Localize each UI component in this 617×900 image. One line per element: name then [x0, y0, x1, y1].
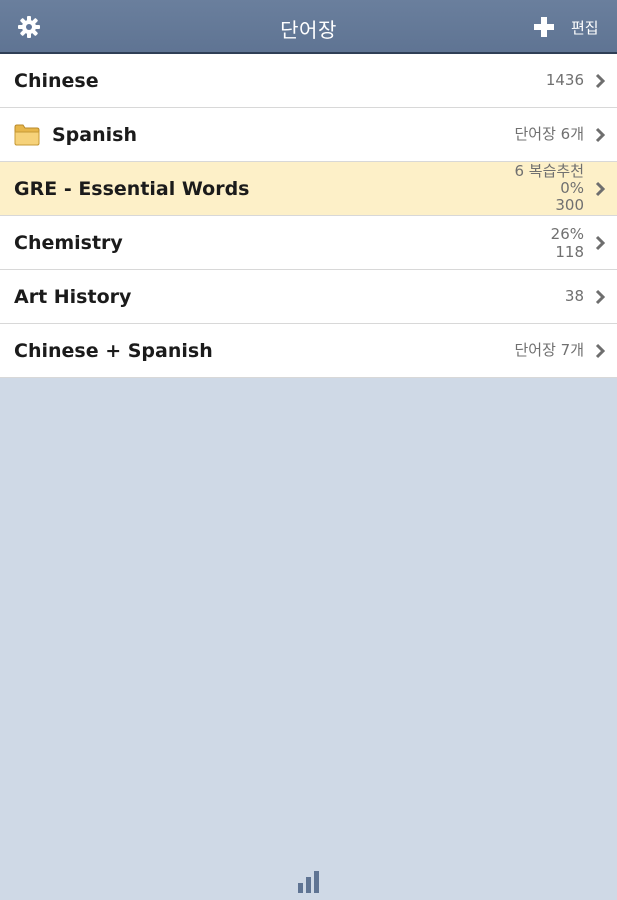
plus-icon[interactable] [533, 16, 555, 38]
review-recommend: 6 복습추천 [514, 162, 584, 180]
edit-button[interactable]: 편집 [571, 17, 599, 38]
word-count: 1436 [545, 71, 584, 89]
list-item-title: Chinese [14, 70, 99, 92]
list-item-gre[interactable]: GRE - Essential Words 6 복습추천 0% 300 [0, 162, 617, 216]
list-item-title: Spanish [52, 124, 137, 146]
progress-percent: 26% [550, 225, 584, 243]
list-item-title: GRE - Essential Words [14, 178, 250, 200]
wordbook-count: 단어장 7개 [514, 341, 584, 359]
app-root: 단어장 편집 Chinese 1436 Spanish 단어장 6개 GRE -… [0, 0, 617, 900]
folder-icon [14, 124, 40, 146]
chevron-right-icon [595, 181, 606, 197]
chevron-right-icon [595, 127, 606, 143]
word-count: 38 [564, 287, 584, 305]
list-item-spanish[interactable]: Spanish 단어장 6개 [0, 108, 617, 162]
list-item-title: Chemistry [14, 232, 123, 254]
list-item-count: 단어장 6개 [514, 125, 584, 143]
word-count: 118 [555, 243, 584, 261]
list-item-title: Art History [14, 286, 132, 308]
list-item-count: 1436 [546, 71, 584, 89]
header-bar: 단어장 편집 [0, 0, 617, 54]
list-item-count: 38 [565, 287, 584, 305]
list-item-title: Chinese + Spanish [14, 340, 213, 362]
chevron-right-icon [595, 235, 606, 251]
list-item-chinese-spanish[interactable]: Chinese + Spanish 단어장 7개 [0, 324, 617, 378]
list-item-stats: 26% 118 [551, 225, 584, 261]
list-item-stats: 6 복습추천 0% 300 [514, 163, 584, 214]
list-item-art-history[interactable]: Art History 38 [0, 270, 617, 324]
bar-chart-icon[interactable] [297, 871, 321, 893]
progress-percent: 0% [560, 179, 584, 197]
word-count: 300 [555, 196, 584, 214]
list-item-chemistry[interactable]: Chemistry 26% 118 [0, 216, 617, 270]
wordbook-list: Chinese 1436 Spanish 단어장 6개 GRE - Essent… [0, 54, 617, 378]
chevron-right-icon [595, 73, 606, 89]
chevron-right-icon [595, 343, 606, 359]
list-item-chinese[interactable]: Chinese 1436 [0, 54, 617, 108]
chevron-right-icon [595, 289, 606, 305]
page-title: 단어장 [280, 18, 337, 42]
list-item-count: 단어장 7개 [514, 341, 584, 359]
wordbook-count: 단어장 6개 [514, 125, 584, 143]
